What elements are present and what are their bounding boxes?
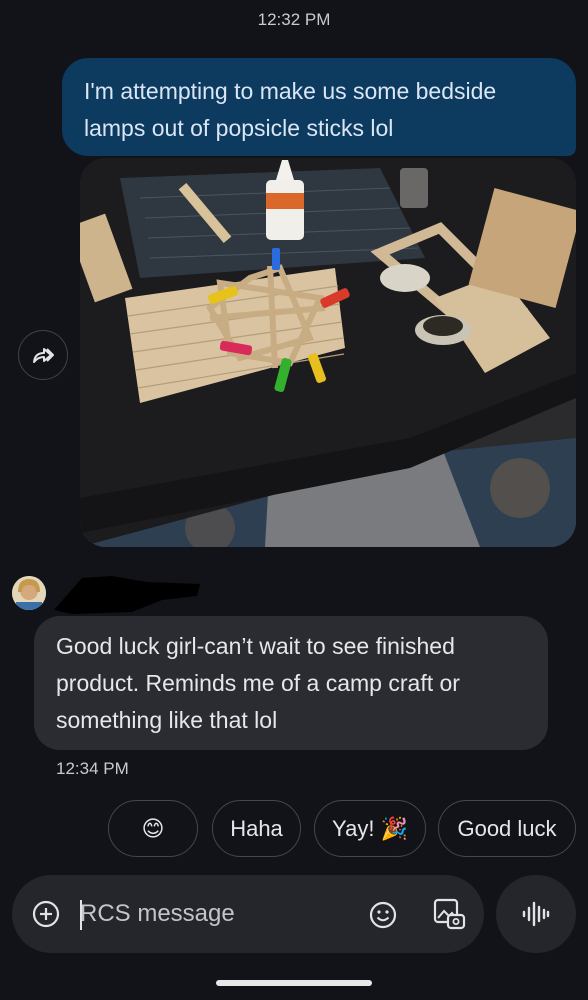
smart-reply-label: Haha — [230, 815, 283, 841]
smart-reply-label: Yay! 🎉 — [332, 815, 408, 841]
outgoing-message-bubble[interactable]: I'm attempting to make us some bedside l… — [62, 58, 576, 156]
message-composer[interactable] — [12, 875, 484, 953]
forward-icon — [33, 348, 54, 363]
forward-button[interactable] — [18, 330, 68, 380]
voice-icon — [522, 901, 550, 927]
smart-reply-haha[interactable]: Haha — [212, 800, 301, 857]
craft-photo-image — [80, 158, 576, 547]
gallery-icon[interactable] — [432, 897, 466, 931]
text-cursor — [80, 900, 82, 930]
smiling-emoji: 😊 — [141, 815, 165, 841]
home-indicator[interactable] — [216, 980, 372, 986]
voice-message-button[interactable] — [496, 875, 576, 953]
emoji-icon[interactable] — [368, 900, 398, 930]
smart-reply-yay[interactable]: Yay! 🎉 — [314, 800, 426, 857]
smart-reply-good-luck[interactable]: Good luck — [438, 800, 576, 857]
smart-reply-emoji[interactable]: 😊 — [108, 800, 198, 857]
timestamp-top: 12:32 PM — [257, 10, 331, 29]
timestamp-incoming: 12:34 PM — [56, 759, 129, 778]
message-input[interactable] — [80, 875, 340, 953]
avatar[interactable] — [12, 576, 46, 610]
incoming-message-bubble[interactable]: Good luck girl-can’t wait to see finishe… — [34, 616, 548, 750]
add-icon[interactable] — [32, 900, 60, 928]
smart-reply-label: Good luck — [457, 815, 557, 841]
message-photo[interactable] — [80, 158, 576, 547]
avatar-image — [12, 576, 46, 610]
redacted-sender-name — [54, 576, 200, 614]
